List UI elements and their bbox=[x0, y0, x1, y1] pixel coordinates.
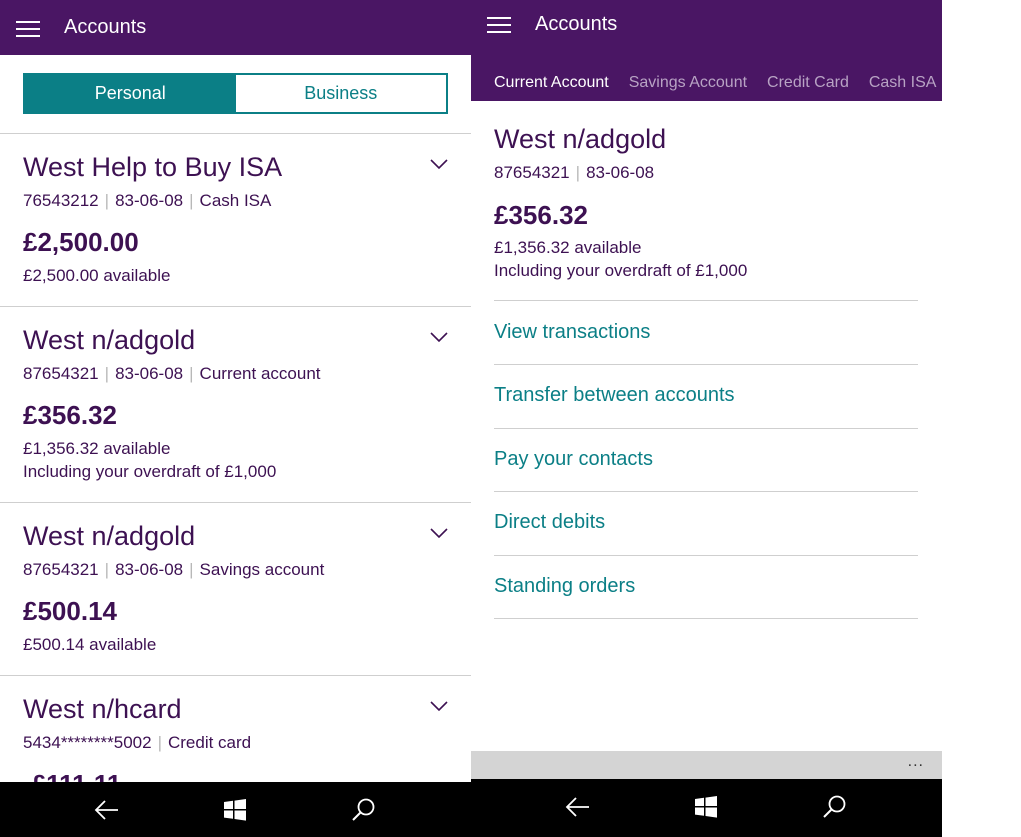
account-type: Cash ISA bbox=[199, 191, 272, 210]
personal-toggle-button[interactable]: Personal bbox=[25, 75, 236, 112]
account-meta: 87654321 | 83-06-08 | Current account bbox=[23, 364, 321, 383]
more-options-button[interactable]: ... bbox=[908, 753, 924, 771]
sort-code: 83-06-08 bbox=[115, 364, 184, 383]
account-number: 87654321 bbox=[23, 364, 99, 383]
direct-debits-link[interactable]: Direct debits bbox=[494, 511, 605, 534]
account-balance: £356.32 bbox=[23, 400, 117, 430]
account-type-toggle: Personal Business bbox=[23, 73, 448, 114]
page-title: Accounts bbox=[64, 16, 147, 38]
account-type: Current account bbox=[199, 364, 321, 383]
account-balance: -£111.11 bbox=[23, 769, 121, 782]
available-balance: £500.14 available bbox=[23, 635, 157, 654]
accounts-list-screen: Accounts Personal Business West Help to … bbox=[0, 0, 471, 837]
account-balance: £2,500.00 bbox=[23, 227, 139, 257]
account-meta: 87654321 | 83-06-08 bbox=[494, 163, 655, 182]
app-bar: ... bbox=[471, 751, 942, 779]
business-toggle-button[interactable]: Business bbox=[235, 75, 446, 112]
tab-current-account[interactable]: Current Account bbox=[494, 74, 609, 92]
chevron-down-icon[interactable] bbox=[430, 331, 448, 343]
account-card[interactable]: West n/adgold 87654321 | 83-06-08 | Savings … bbox=[0, 503, 471, 675]
view-transactions-link[interactable]: View transactions bbox=[494, 321, 650, 344]
chevron-down-icon[interactable] bbox=[430, 700, 448, 712]
tab-savings-account[interactable]: Savings Account bbox=[629, 74, 747, 92]
header-bar: Accounts bbox=[0, 0, 471, 55]
account-meta: 76543212 | 83-06-08 | Cash ISA bbox=[23, 191, 272, 210]
account-type: Credit card bbox=[167, 733, 252, 752]
overdraft-note: Including your overdraft of £1,000 bbox=[23, 462, 277, 481]
available-balance: £1,356.32 available bbox=[23, 439, 171, 458]
tab-credit-card[interactable]: Credit Card bbox=[767, 74, 849, 92]
divider bbox=[494, 491, 918, 492]
account-number: 87654321 bbox=[23, 560, 99, 579]
account-meta: 5434********5002 | Credit card bbox=[23, 733, 252, 752]
account-balance: £356.32 bbox=[494, 200, 588, 230]
windows-icon[interactable] bbox=[221, 796, 249, 824]
tab-cash-isa[interactable]: Cash ISA bbox=[869, 74, 937, 92]
account-card[interactable]: West Help to Buy ISA 76543212 | 83-06-08 | C… bbox=[0, 134, 471, 306]
search-icon[interactable] bbox=[821, 793, 849, 821]
account-name: West n/adgold bbox=[494, 124, 667, 154]
header-bar: Accounts Current Account Savings Account C… bbox=[471, 0, 942, 101]
windows-icon[interactable] bbox=[692, 793, 720, 821]
account-tabs: Current Account Savings Account Credit Car… bbox=[494, 74, 942, 96]
account-detail-screen: Accounts Current Account Savings Account C… bbox=[471, 0, 942, 837]
pay-your-contacts-link[interactable]: Pay your contacts bbox=[494, 448, 653, 471]
account-name: West n/adgold bbox=[23, 521, 196, 551]
hamburger-icon[interactable] bbox=[16, 21, 40, 37]
account-type: Savings account bbox=[199, 560, 325, 579]
divider bbox=[494, 428, 918, 429]
divider bbox=[494, 555, 918, 556]
transfer-between-accounts-link[interactable]: Transfer between accounts bbox=[494, 384, 735, 407]
account-name: West Help to Buy ISA bbox=[23, 152, 283, 182]
account-name: West n/hcard bbox=[23, 694, 182, 724]
overdraft-note: Including your overdraft of £1,000 bbox=[494, 261, 748, 280]
chevron-down-icon[interactable] bbox=[430, 158, 448, 170]
sort-code: 83-06-08 bbox=[115, 191, 184, 210]
back-arrow-icon[interactable] bbox=[93, 796, 121, 824]
account-number: 87654321 bbox=[494, 163, 570, 182]
sort-code: 83-06-08 bbox=[115, 560, 184, 579]
system-nav-bar bbox=[0, 782, 471, 837]
standing-orders-link[interactable]: Standing orders bbox=[494, 575, 635, 598]
sort-code: 83-06-08 bbox=[586, 163, 655, 182]
account-number: 5434********5002 bbox=[23, 733, 152, 752]
hamburger-icon[interactable] bbox=[487, 17, 511, 33]
search-icon[interactable] bbox=[350, 796, 378, 824]
account-card[interactable]: West n/adgold 87654321 | 83-06-08 | Current … bbox=[0, 307, 471, 502]
divider bbox=[494, 364, 918, 365]
account-meta: 87654321 | 83-06-08 | Savings account bbox=[23, 560, 325, 579]
divider bbox=[494, 618, 918, 619]
system-nav-bar bbox=[471, 779, 942, 837]
account-card[interactable]: West n/hcard 5434********5002 | Credit car… bbox=[0, 676, 471, 782]
back-arrow-icon[interactable] bbox=[564, 793, 592, 821]
chevron-down-icon[interactable] bbox=[430, 527, 448, 539]
account-number: 76543212 bbox=[23, 191, 99, 210]
divider bbox=[494, 300, 918, 301]
available-balance: £2,500.00 available bbox=[23, 266, 171, 285]
available-balance: £1,356.32 available bbox=[494, 238, 642, 257]
page-title: Accounts bbox=[535, 13, 618, 35]
account-balance: £500.14 bbox=[23, 596, 117, 626]
account-name: West n/adgold bbox=[23, 325, 196, 355]
